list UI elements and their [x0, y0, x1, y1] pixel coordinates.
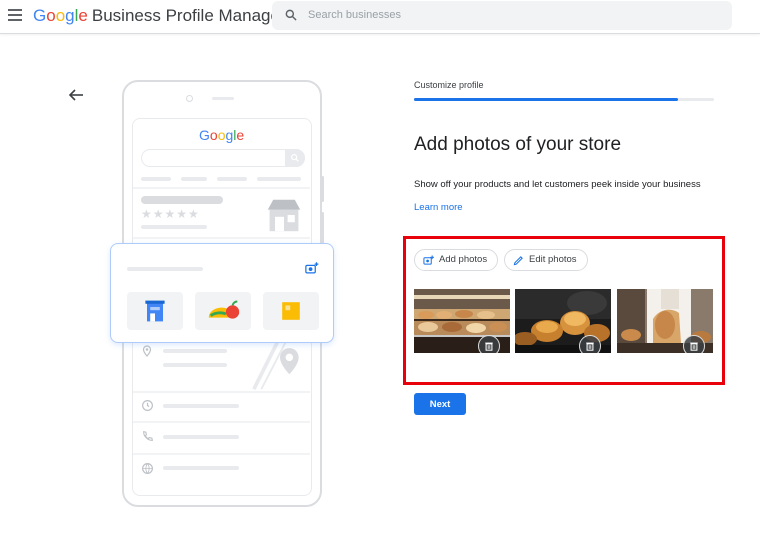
top-bar: Google Business Profile Manager — [0, 0, 760, 34]
illustration-search — [141, 149, 305, 167]
google-logo: Google — [33, 6, 88, 25]
search-bar[interactable] — [272, 1, 732, 30]
trash-icon — [586, 342, 594, 351]
map-graphic — [252, 335, 299, 390]
illustration-search-icon — [291, 154, 299, 162]
search-input[interactable] — [308, 6, 708, 24]
delete-photo-button[interactable] — [478, 335, 500, 353]
phone-icon — [143, 430, 154, 441]
learn-more-link[interactable]: Learn more — [414, 202, 463, 213]
storefront-tile-icon — [127, 292, 183, 330]
illustration-photo-card — [110, 243, 334, 343]
delete-photo-button[interactable] — [579, 335, 601, 353]
menu-icon[interactable] — [8, 9, 22, 21]
logo-letter: G — [199, 127, 210, 143]
phone-side-button — [321, 176, 324, 202]
illustration-google-logo: Google — [199, 127, 244, 143]
logo-letter: G — [33, 6, 47, 25]
store-icon — [267, 199, 301, 232]
brand[interactable]: Google Business Profile Manager — [33, 6, 286, 26]
food-tile-icon — [195, 292, 251, 330]
store-photo[interactable] — [414, 289, 510, 353]
logo-letter: o — [46, 6, 56, 25]
add-photo-icon — [305, 262, 319, 274]
camera-dot — [186, 95, 193, 102]
page-title: Add photos of your store — [414, 134, 622, 155]
logo-letter: o — [209, 127, 218, 143]
store-photo[interactable] — [617, 289, 713, 353]
store-photo[interactable] — [515, 289, 611, 353]
logo-letter: o — [55, 6, 66, 25]
speaker-bar — [212, 97, 234, 100]
add-photo-icon — [423, 255, 434, 265]
logo-letter: e — [78, 6, 88, 25]
next-button[interactable]: Next — [414, 393, 466, 415]
add-photos-label: Add photos — [439, 254, 488, 265]
edit-photos-label: Edit photos — [529, 254, 577, 265]
location-pin-icon — [142, 345, 152, 357]
edit-photos-button[interactable]: Edit photos — [504, 249, 588, 271]
rating-stars: ★★★★★ — [141, 207, 200, 221]
search-icon — [285, 9, 297, 21]
globe-icon — [142, 463, 153, 474]
progress-bar — [414, 98, 714, 101]
logo-letter: e — [236, 127, 245, 143]
product-name: Business Profile Manager — [91, 6, 286, 25]
pencil-icon — [513, 256, 523, 266]
trash-icon — [690, 342, 698, 351]
logo-letter: g — [65, 6, 75, 25]
add-photos-button[interactable]: Add photos — [414, 249, 499, 271]
clock-icon — [142, 400, 153, 411]
back-arrow-icon[interactable] — [68, 88, 84, 102]
step-label: Customize profile — [414, 80, 484, 90]
phone-side-button — [321, 212, 324, 246]
trash-icon — [485, 342, 493, 351]
page-description: Show off your products and let customers… — [414, 179, 701, 190]
note-tile-icon — [263, 292, 319, 330]
delete-photo-button[interactable] — [683, 335, 705, 353]
